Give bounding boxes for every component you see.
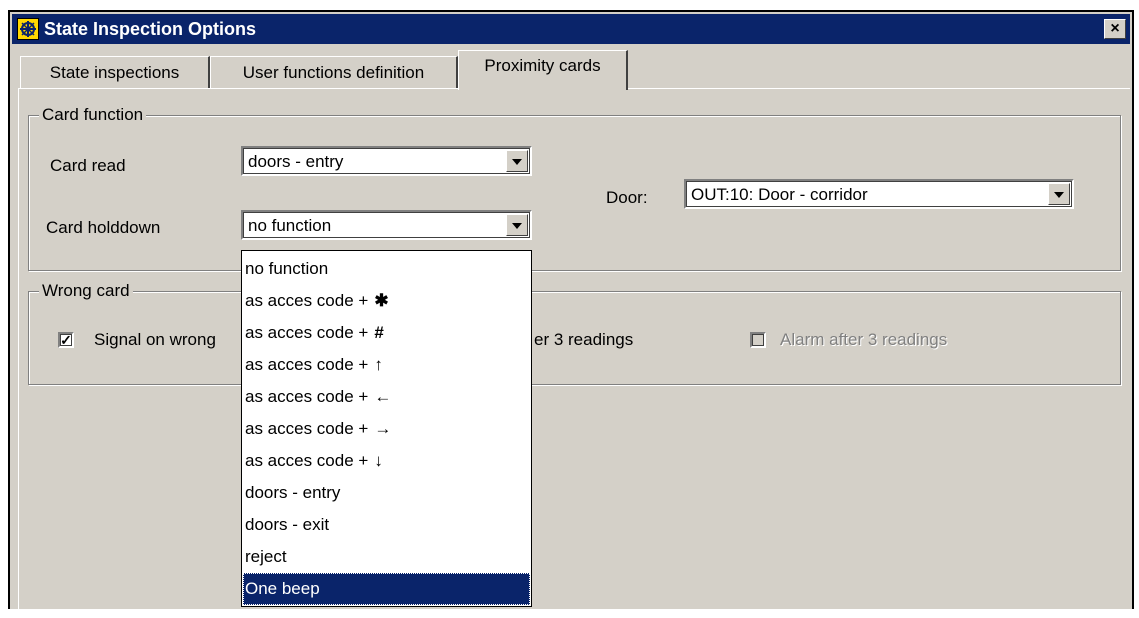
checkmark-icon: ✓: [60, 332, 72, 348]
arrow-right-icon: →: [374, 419, 392, 438]
alarm-after-readings-label: Alarm after 3 readings: [780, 330, 948, 349]
dropdown-option[interactable]: doors - entry: [243, 477, 530, 509]
tab-label: State inspections: [49, 63, 180, 82]
dropdown-option[interactable]: as acces code + ✱: [243, 285, 530, 317]
tab-proximity-cards[interactable]: Proximity cards: [458, 50, 628, 90]
chevron-down-icon[interactable]: [506, 214, 528, 236]
door-label: Door:: [606, 188, 648, 207]
signal-on-wrong-label: Signal on wrong: [94, 330, 216, 349]
dropdown-option[interactable]: as acces code + ↓: [243, 445, 530, 477]
door-select[interactable]: OUT:10: Door - corridor: [684, 179, 1074, 209]
card-holddown-value: no function: [248, 216, 332, 235]
window-title: State Inspection Options: [44, 19, 257, 39]
dropdown-option-selected[interactable]: One beep: [243, 573, 530, 605]
asterisk-icon: ✱: [374, 291, 389, 310]
readings-label: er 3 readings: [534, 330, 634, 349]
tab-state-inspections[interactable]: State inspections: [20, 56, 210, 88]
card-holddown-select[interactable]: no function: [241, 210, 532, 240]
dropdown-option[interactable]: reject: [243, 541, 530, 573]
dropdown-option[interactable]: as acces code + ←: [243, 381, 530, 413]
card-read-select[interactable]: doors - entry: [241, 146, 532, 176]
chevron-down-icon[interactable]: [1048, 183, 1070, 205]
tab-label: Proximity cards: [484, 56, 601, 75]
dropdown-option[interactable]: as acces code + #: [243, 317, 530, 349]
tab-label: User functions definition: [242, 63, 425, 82]
card-holddown-dropdown-list: no function as acces code + ✱ as acces co…: [241, 250, 532, 607]
dropdown-option[interactable]: as acces code + →: [243, 413, 530, 445]
arrow-down-icon: ↓: [374, 451, 383, 470]
dropdown-option[interactable]: as acces code + ↑: [243, 349, 530, 381]
dropdown-option[interactable]: doors - exit: [243, 509, 530, 541]
dropdown-option[interactable]: no function: [243, 253, 530, 285]
close-button[interactable]: ×: [1104, 19, 1126, 39]
signal-on-wrong-checkbox[interactable]: ✓: [58, 332, 74, 348]
chevron-down-icon[interactable]: [506, 150, 528, 172]
hash-icon: #: [374, 323, 384, 342]
card-read-value: doors - entry: [248, 152, 344, 171]
arrow-up-icon: ↑: [374, 355, 383, 374]
alarm-after-readings-checkbox[interactable]: [750, 332, 766, 348]
door-value: OUT:10: Door - corridor: [691, 185, 868, 204]
group-legend: Card function: [39, 105, 147, 125]
card-holddown-label: Card holddown: [46, 218, 161, 237]
close-icon: ×: [1110, 20, 1120, 37]
arrow-left-icon: ←: [374, 387, 392, 406]
card-read-label: Card read: [50, 156, 126, 175]
group-legend: Wrong card: [39, 281, 133, 301]
app-icon: [17, 18, 39, 40]
tab-user-functions-definition[interactable]: User functions definition: [210, 56, 458, 88]
title-bar[interactable]: State Inspection Options ×: [12, 14, 1130, 44]
